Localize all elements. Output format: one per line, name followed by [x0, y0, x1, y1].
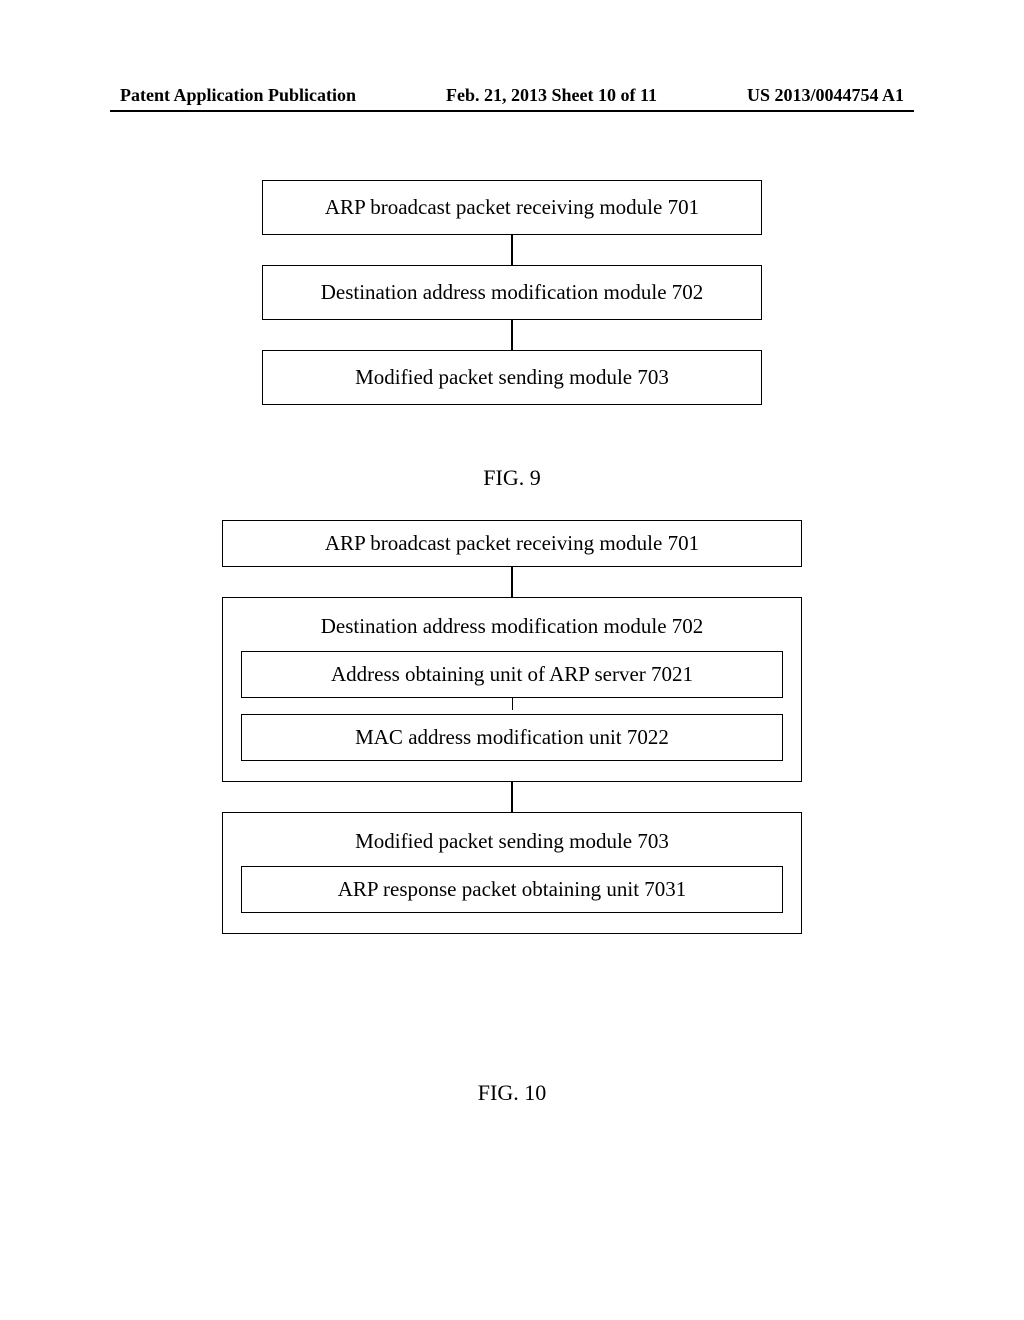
figure-9: ARP broadcast packet receiving module 70… [262, 180, 762, 405]
header-sheet-info: Feb. 21, 2013 Sheet 10 of 11 [446, 85, 657, 106]
header-publication: Patent Application Publication [120, 85, 356, 106]
figure-10-caption: FIG. 10 [0, 1080, 1024, 1106]
fig9-module-701: ARP broadcast packet receiving module 70… [262, 180, 762, 235]
fig10-unit-7022: MAC address modification unit 7022 [241, 714, 783, 761]
fig9-module-701-label: ARP broadcast packet receiving module 70… [325, 195, 699, 220]
inner-connector [512, 698, 513, 710]
fig9-module-703: Modified packet sending module 703 [262, 350, 762, 405]
fig10-unit-7021-label: Address obtaining unit of ARP server 702… [331, 662, 693, 686]
connector [511, 320, 513, 350]
connector [511, 235, 513, 265]
fig10-unit-7021: Address obtaining unit of ARP server 702… [241, 651, 783, 698]
fig10-module-701-label: ARP broadcast packet receiving module 70… [325, 531, 699, 556]
fig9-module-703-label: Modified packet sending module 703 [355, 365, 669, 390]
fig9-module-702: Destination address modification module … [262, 265, 762, 320]
connector [511, 782, 513, 812]
header-divider [110, 110, 914, 112]
figure-9-caption: FIG. 9 [0, 465, 1024, 491]
fig10-module-703-title: Modified packet sending module 703 [241, 829, 783, 854]
fig10-unit-7031-label: ARP response packet obtaining unit 7031 [338, 877, 687, 901]
connector [511, 567, 513, 597]
header-patent-number: US 2013/0044754 A1 [747, 85, 904, 106]
fig10-module-702-title: Destination address modification module … [241, 614, 783, 639]
fig10-unit-7022-label: MAC address modification unit 7022 [355, 725, 669, 749]
fig9-module-702-label: Destination address modification module … [321, 280, 704, 305]
fig10-module-701: ARP broadcast packet receiving module 70… [222, 520, 802, 567]
figure-10: ARP broadcast packet receiving module 70… [222, 520, 802, 934]
page-header: Patent Application Publication Feb. 21, … [0, 85, 1024, 106]
fig10-module-703: Modified packet sending module 703 ARP r… [222, 812, 802, 934]
fig10-module-702: Destination address modification module … [222, 597, 802, 782]
fig10-unit-7031: ARP response packet obtaining unit 7031 [241, 866, 783, 913]
